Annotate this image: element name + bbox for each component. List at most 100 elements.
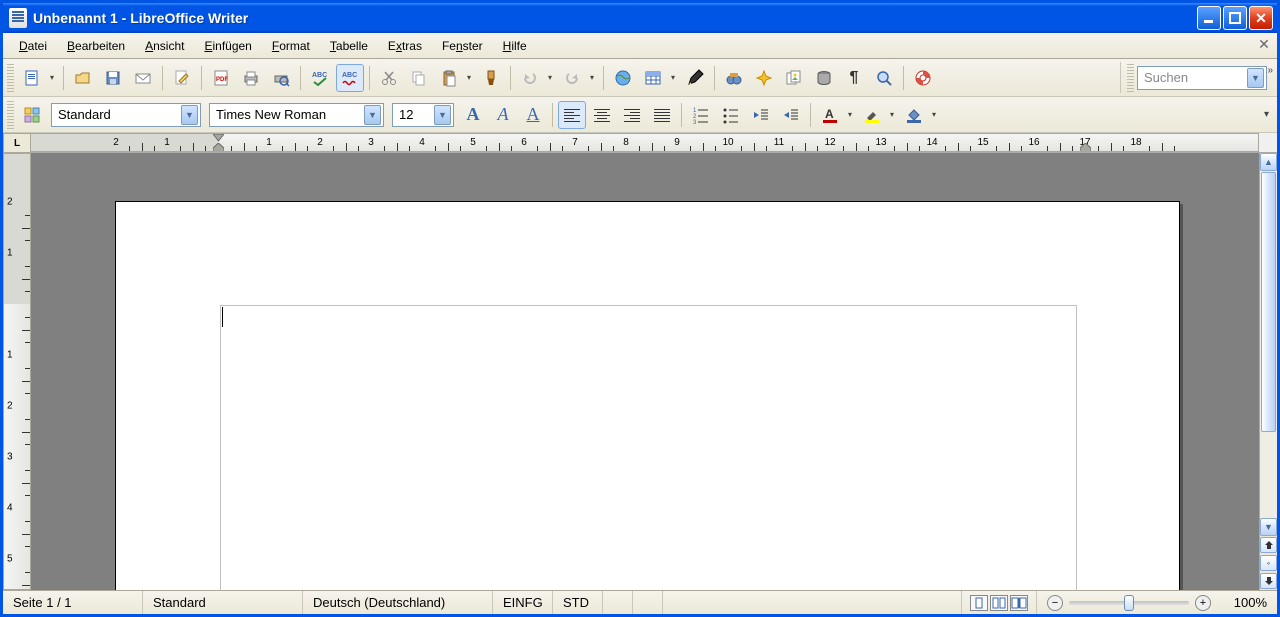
undo-button[interactable] (516, 64, 556, 92)
zoom-in-button[interactable]: + (1195, 595, 1211, 611)
maximize-button[interactable] (1223, 6, 1247, 30)
navigation-button[interactable]: ◦ (1260, 555, 1277, 571)
hyperlink-button[interactable] (609, 64, 637, 92)
background-color-button[interactable] (900, 101, 940, 129)
toolbar-handle[interactable] (7, 64, 14, 92)
font-size-combo[interactable]: 12 ▼ (392, 103, 454, 127)
format-paintbrush-button[interactable] (477, 64, 505, 92)
save-icon (104, 69, 122, 87)
close-button[interactable]: ✕ (1249, 6, 1273, 30)
next-page-button[interactable] (1260, 573, 1277, 589)
status-zoom[interactable]: 100% (1221, 591, 1277, 614)
table-button[interactable] (639, 64, 679, 92)
status-selection-mode[interactable]: STD (553, 591, 603, 614)
dropdown-arrow-icon[interactable]: ▼ (434, 105, 451, 125)
redo-button[interactable] (558, 64, 598, 92)
search-toolbar-handle[interactable] (1127, 64, 1134, 92)
menu-bearbeiten[interactable]: Bearbeiten (57, 36, 135, 56)
menu-extras[interactable]: Extras (378, 36, 432, 56)
book-view-button[interactable] (1010, 595, 1028, 611)
zoom-out-button[interactable]: − (1047, 595, 1063, 611)
scroll-down-button[interactable]: ▼ (1260, 518, 1277, 536)
cut-button[interactable] (375, 64, 403, 92)
export-pdf-button[interactable]: PDF (207, 64, 235, 92)
minimize-button[interactable] (1197, 6, 1221, 30)
bullet-list-button[interactable] (717, 101, 745, 129)
dropdown-arrow-icon[interactable]: ▼ (1247, 68, 1264, 88)
menu-tabelle[interactable]: Tabelle (320, 36, 378, 56)
statusbar: Seite 1 / 1 Standard Deutsch (Deutschlan… (3, 590, 1277, 614)
print-preview-button[interactable] (267, 64, 295, 92)
titlebar[interactable]: Unbenannt 1 - LibreOffice Writer ✕ (3, 3, 1277, 33)
align-center-button[interactable] (588, 101, 616, 129)
edit-file-button[interactable] (168, 64, 196, 92)
ruler-corner[interactable]: L (3, 133, 31, 153)
numbered-list-icon: 123 (692, 106, 710, 124)
status-modified[interactable] (603, 591, 633, 614)
save-button[interactable] (99, 64, 127, 92)
paragraph-style-combo[interactable]: Standard ▼ (51, 103, 201, 127)
menu-ansicht[interactable]: Ansicht (135, 36, 194, 56)
paste-button[interactable] (435, 64, 475, 92)
styles-button[interactable] (18, 101, 46, 129)
menu-fenster[interactable]: Fenster (432, 36, 493, 56)
status-language[interactable]: Deutsch (Deutschland) (303, 591, 493, 614)
navigator-button[interactable] (750, 64, 778, 92)
font-name-combo[interactable]: Times New Roman ▼ (209, 103, 384, 127)
menu-hilfe[interactable]: Hilfe (493, 36, 537, 56)
dropdown-arrow-icon[interactable]: ▼ (181, 105, 198, 125)
show-draw-functions-button[interactable] (681, 64, 709, 92)
horizontal-ruler[interactable]: L 21123456789101112131415161718 (3, 133, 1277, 153)
scroll-track[interactable] (1260, 171, 1277, 518)
new-button[interactable] (18, 64, 58, 92)
print-button[interactable] (237, 64, 265, 92)
align-right-button[interactable] (618, 101, 646, 129)
toolbar-overflow-icon[interactable]: ▾ (1262, 107, 1271, 122)
vertical-scrollbar[interactable]: ▲ ▼ ◦ (1259, 153, 1277, 590)
status-insert-mode[interactable]: EINFG (493, 591, 553, 614)
toolbar-handle-2[interactable] (7, 101, 14, 129)
single-page-view-button[interactable] (970, 595, 988, 611)
status-style[interactable]: Standard (143, 591, 303, 614)
increase-indent-button[interactable] (777, 101, 805, 129)
menu-datei[interactable]: Datei (9, 36, 57, 56)
document-close-icon[interactable]: ✕ (1255, 36, 1273, 54)
menu-format[interactable]: Format (262, 36, 320, 56)
zoom-button[interactable] (870, 64, 898, 92)
page[interactable] (115, 201, 1180, 590)
email-button[interactable] (129, 64, 157, 92)
decrease-indent-button[interactable] (747, 101, 775, 129)
zoom-slider-thumb[interactable] (1124, 595, 1134, 611)
align-justify-button[interactable] (648, 101, 676, 129)
toolbar-overflow-icon[interactable]: » (1265, 63, 1275, 78)
font-color-button[interactable]: A (816, 101, 856, 129)
italic-button[interactable]: A (489, 101, 517, 129)
search-combo[interactable]: Suchen ▼ (1137, 66, 1267, 90)
scroll-up-button[interactable]: ▲ (1260, 153, 1277, 171)
find-replace-button[interactable] (720, 64, 748, 92)
prev-page-button[interactable] (1260, 537, 1277, 553)
multi-page-view-button[interactable] (990, 595, 1008, 611)
autospellcheck-button[interactable]: ABC (336, 64, 364, 92)
help-button[interactable] (909, 64, 937, 92)
status-signature[interactable] (633, 591, 663, 614)
data-sources-button[interactable] (810, 64, 838, 92)
status-page[interactable]: Seite 1 / 1 (3, 591, 143, 614)
vertical-ruler[interactable]: 2112345678 (3, 153, 31, 590)
spellcheck-button[interactable]: ABC (306, 64, 334, 92)
numbered-list-button[interactable]: 123 (687, 101, 715, 129)
bold-button[interactable]: A (459, 101, 487, 129)
copy-button[interactable] (405, 64, 433, 92)
gallery-button[interactable] (780, 64, 808, 92)
align-left-button[interactable] (558, 101, 586, 129)
highlight-button[interactable] (858, 101, 898, 129)
copy-icon (410, 69, 428, 87)
document-area[interactable] (31, 153, 1259, 590)
dropdown-arrow-icon[interactable]: ▼ (364, 105, 381, 125)
underline-button[interactable]: A (519, 101, 547, 129)
nonprinting-chars-button[interactable]: ¶ (840, 64, 868, 92)
open-button[interactable] (69, 64, 97, 92)
scroll-thumb[interactable] (1261, 172, 1276, 432)
zoom-slider[interactable] (1069, 601, 1189, 605)
menu-einfuegen[interactable]: Einfügen (194, 36, 261, 56)
